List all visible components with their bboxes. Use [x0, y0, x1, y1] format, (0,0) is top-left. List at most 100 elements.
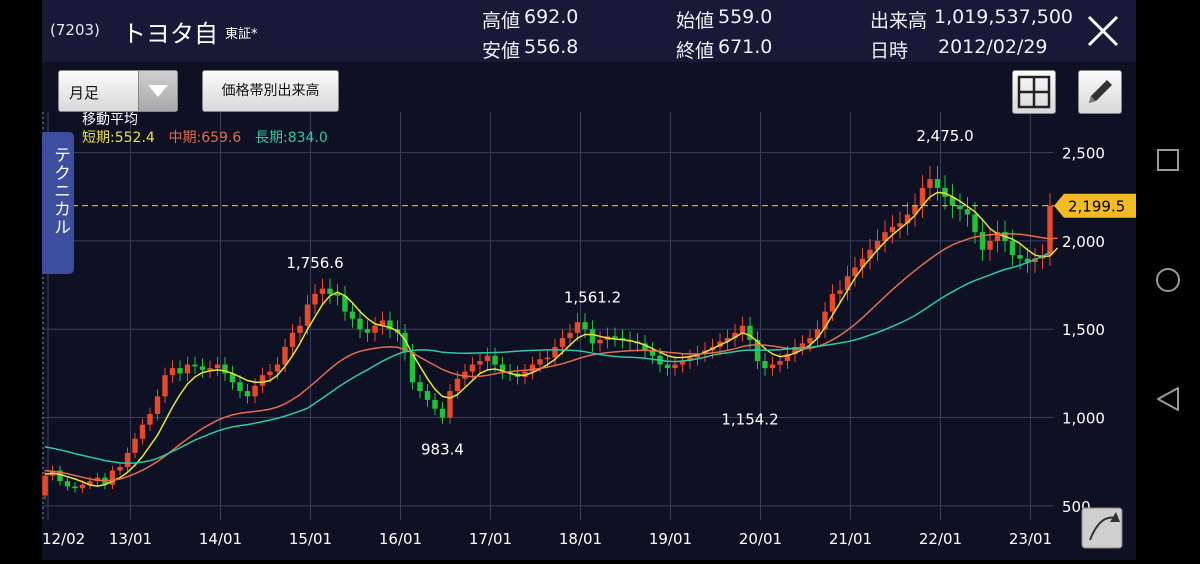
candle-body[interactable] [214, 364, 221, 369]
price-annotation: 1,561.2 [564, 288, 621, 306]
candle-body[interactable] [672, 364, 678, 369]
ma-legend-entry: 長期:834.0 [255, 130, 328, 146]
candle-body[interactable] [147, 414, 153, 425]
layout-grid-button[interactable] [1012, 70, 1056, 114]
candle-body[interactable] [334, 293, 341, 296]
candle-body[interactable] [972, 214, 978, 233]
chart-app: (7203) トヨタ自 東証* 高値 692.0 安値 556.8 始値 559… [42, 0, 1136, 560]
candle-body[interactable] [282, 346, 288, 365]
chevron-down-icon[interactable] [138, 71, 177, 111]
candle-body[interactable] [777, 361, 783, 365]
candle-body[interactable] [192, 364, 198, 367]
candle-body[interactable] [432, 399, 438, 409]
candle-body[interactable] [612, 336, 618, 339]
draw-tool-button[interactable] [1078, 70, 1122, 114]
x-tick-label: 20/01 [739, 530, 782, 548]
candle-body[interactable] [447, 391, 453, 418]
chart-toolbar: 月足 価格帯別出来高 [42, 62, 1136, 114]
candle-body[interactable] [132, 438, 138, 453]
candle-body[interactable] [987, 240, 993, 250]
y-tick-label: 2,000 [1062, 233, 1105, 251]
home-icon[interactable] [1156, 268, 1180, 292]
y-tick-label: 2,500 [1062, 145, 1105, 163]
candle-body[interactable] [274, 364, 281, 372]
candle-body[interactable] [559, 338, 566, 347]
technical-tab[interactable]: テクニカル [42, 132, 74, 274]
candle-body[interactable] [124, 452, 131, 468]
x-tick-label: 13/01 [109, 530, 152, 548]
candle-body[interactable] [169, 368, 176, 376]
candle-body[interactable] [319, 288, 326, 294]
recent-apps-icon[interactable] [1157, 149, 1179, 171]
candle-body[interactable] [237, 382, 243, 392]
candle-body[interactable] [762, 361, 768, 369]
candle-body[interactable] [289, 332, 296, 347]
candle-body[interactable] [837, 290, 843, 294]
candle-body[interactable] [829, 293, 836, 312]
price-annotation: 983.4 [421, 440, 464, 458]
candle-body[interactable] [162, 375, 168, 397]
candle-body[interactable] [364, 329, 371, 333]
plot-area[interactable] [42, 112, 1054, 520]
candle-body[interactable] [1047, 205, 1053, 256]
candle-body[interactable] [72, 486, 78, 489]
candle-body[interactable] [1009, 240, 1016, 256]
candle-body[interactable] [537, 359, 543, 365]
candle-body[interactable] [349, 311, 356, 319]
candle-body[interactable] [267, 371, 273, 376]
candle-body[interactable] [259, 375, 266, 386]
candle-body[interactable] [574, 322, 581, 333]
candle-body[interactable] [469, 364, 476, 372]
candle-body[interactable] [552, 346, 558, 358]
candle-body[interactable] [814, 329, 821, 339]
candle-body[interactable] [42, 475, 48, 496]
candle-body[interactable] [454, 378, 461, 392]
candle-body[interactable] [567, 332, 573, 339]
candle-body[interactable] [477, 361, 483, 365]
candle-body[interactable] [1017, 255, 1023, 259]
candle-body[interactable] [312, 293, 318, 305]
candle-body[interactable] [154, 396, 161, 415]
candle-body[interactable] [769, 364, 776, 369]
candle-body[interactable] [544, 357, 551, 360]
ma-title: 移動平均 [82, 112, 138, 128]
candle-body[interactable] [244, 391, 251, 397]
candle-body[interactable] [417, 382, 423, 392]
candle-body[interactable] [252, 385, 258, 397]
candle-body[interactable] [799, 343, 806, 347]
candle-body[interactable] [964, 209, 971, 215]
candle-body[interactable] [304, 304, 311, 326]
candle-body[interactable] [372, 325, 378, 333]
x-tick-label: 12/02 [42, 530, 85, 548]
candle-body[interactable] [664, 364, 671, 369]
candle-body[interactable] [597, 339, 603, 344]
candle-body[interactable] [177, 368, 183, 374]
candle-body[interactable] [739, 325, 746, 333]
candle-body[interactable] [424, 391, 431, 400]
candle-body[interactable] [589, 329, 596, 344]
candle-body[interactable] [327, 288, 333, 294]
candle-body[interactable] [184, 364, 191, 374]
candle-body[interactable] [79, 484, 86, 489]
candle-body[interactable] [207, 368, 213, 370]
candle-body[interactable] [199, 366, 206, 370]
candle-body[interactable] [582, 322, 588, 330]
candle-body[interactable] [139, 424, 146, 439]
candle-body[interactable] [529, 364, 536, 372]
candle-body[interactable] [927, 179, 933, 188]
x-tick-label: 22/01 [919, 530, 962, 548]
candle-body[interactable] [957, 205, 963, 210]
candle-body[interactable] [439, 408, 446, 418]
period-select[interactable]: 月足 [58, 70, 178, 112]
candle-body[interactable] [357, 318, 363, 330]
candle-body[interactable] [484, 355, 491, 362]
candle-body[interactable] [492, 355, 498, 365]
candle-body[interactable] [117, 467, 123, 471]
y-tick-label: 1,500 [1062, 321, 1105, 339]
candle-body[interactable] [64, 481, 71, 487]
candle-body[interactable] [297, 325, 303, 333]
back-icon[interactable] [1157, 387, 1179, 411]
candle-body[interactable] [934, 179, 941, 188]
candle-body[interactable] [889, 226, 896, 233]
volume-profile-button[interactable]: 価格帯別出来高 [202, 70, 339, 112]
